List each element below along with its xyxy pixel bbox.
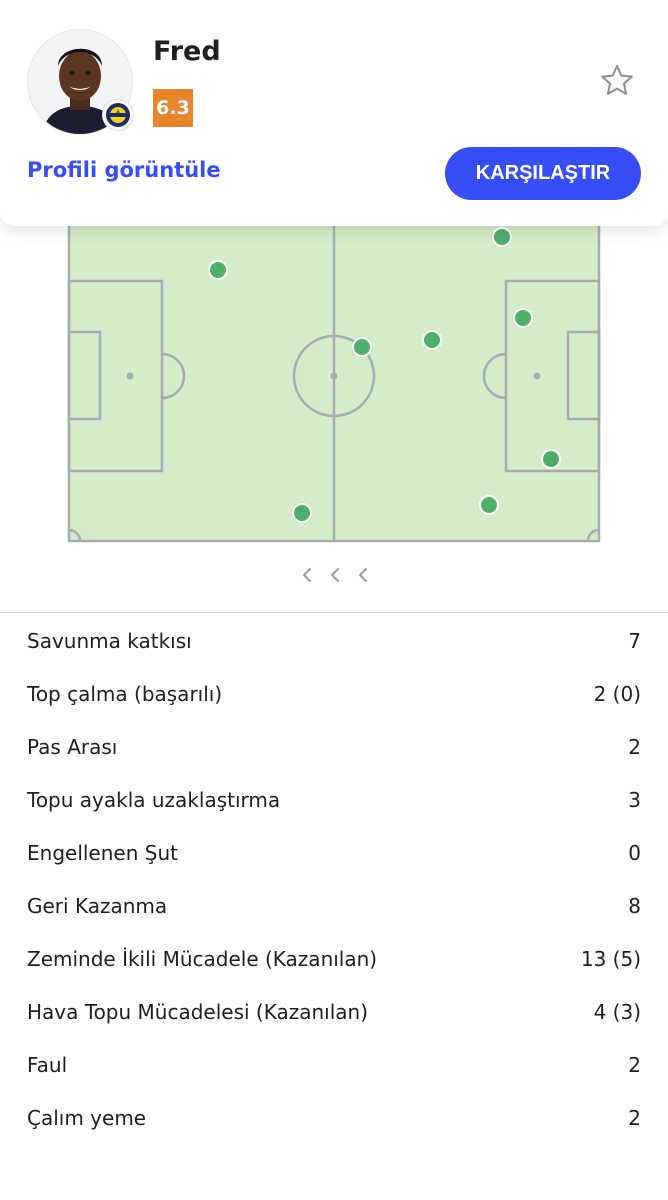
- stat-value: 3: [628, 788, 641, 812]
- stat-row: Savunma katkısı 7: [0, 615, 668, 668]
- stat-row: Zeminde İkili Mücadele (Kazanılan) 13 (5): [0, 933, 668, 986]
- star-outline-icon[interactable]: [598, 62, 636, 100]
- center-spot: [330, 372, 338, 380]
- stat-value: 4 (3): [593, 1000, 641, 1024]
- section-divider: [0, 612, 668, 613]
- stat-row: Top çalma (başarılı) 2 (0): [0, 668, 668, 721]
- stat-row: Hava Topu Mücadelesi (Kazanılan) 4 (3): [0, 986, 668, 1039]
- chevron-left-icon: [331, 568, 339, 582]
- stat-value: 8: [628, 894, 641, 918]
- chevron-left-icon: [359, 568, 367, 582]
- stat-label: Top çalma (başarılı): [27, 682, 223, 706]
- compare-button[interactable]: KARŞILAŞTIR: [445, 147, 641, 200]
- stat-value: 2: [628, 735, 641, 759]
- view-profile-link[interactable]: Profili görüntüle: [27, 158, 221, 182]
- action-dot: [479, 495, 499, 515]
- action-dot: [541, 449, 561, 469]
- action-dot: [492, 227, 512, 247]
- stat-label: Pas Arası: [27, 735, 118, 759]
- club-badge-icon: [102, 99, 134, 131]
- stat-value: 0: [628, 841, 641, 865]
- stat-value: 2 (0): [593, 682, 641, 706]
- stat-row: Faul 2: [0, 1039, 668, 1092]
- stat-row: Pas Arası 2: [0, 721, 668, 774]
- action-dot: [422, 330, 442, 350]
- stat-value: 2: [628, 1106, 641, 1130]
- stat-label: Hava Topu Mücadelesi (Kazanılan): [27, 1000, 369, 1024]
- football-pitch: [67, 200, 601, 543]
- stat-label: Engellenen Şut: [27, 841, 178, 865]
- stat-label: Çalım yeme: [27, 1106, 147, 1130]
- stat-label: Savunma katkısı: [27, 629, 192, 653]
- defense-stats-list: Savunma katkısı 7 Top çalma (başarılı) 2 (0…: [0, 615, 668, 1145]
- stat-value: 7: [628, 629, 641, 653]
- pager-chevrons[interactable]: [290, 560, 380, 590]
- chevron-left-icon: [303, 568, 311, 582]
- left-penalty-spot: [126, 372, 134, 380]
- heatmap-pitch: [0, 200, 668, 550]
- player-name: Fred: [153, 36, 221, 67]
- stat-value: 2: [628, 1053, 641, 1077]
- action-dot: [292, 503, 312, 523]
- action-dot: [513, 308, 533, 328]
- action-dot: [352, 337, 372, 357]
- stat-label: Zeminde İkili Mücadele (Kazanılan): [27, 947, 378, 971]
- player-rating-badge: 6.3: [153, 89, 193, 127]
- right-penalty-spot: [533, 372, 541, 380]
- stat-row: Geri Kazanma 8: [0, 880, 668, 933]
- stat-row: Çalım yeme 2: [0, 1092, 668, 1145]
- stat-label: Geri Kazanma: [27, 894, 168, 918]
- action-dot: [208, 260, 228, 280]
- player-header-card: Fred 6.3 Profili görüntüle KARŞILAŞTIR: [0, 0, 668, 226]
- stat-label: Topu ayakla uzaklaştırma: [27, 788, 281, 812]
- stat-value: 13 (5): [580, 947, 641, 971]
- stat-label: Faul: [27, 1053, 68, 1077]
- stat-row: Engellenen Şut 0: [0, 827, 668, 880]
- stat-row: Topu ayakla uzaklaştırma 3: [0, 774, 668, 827]
